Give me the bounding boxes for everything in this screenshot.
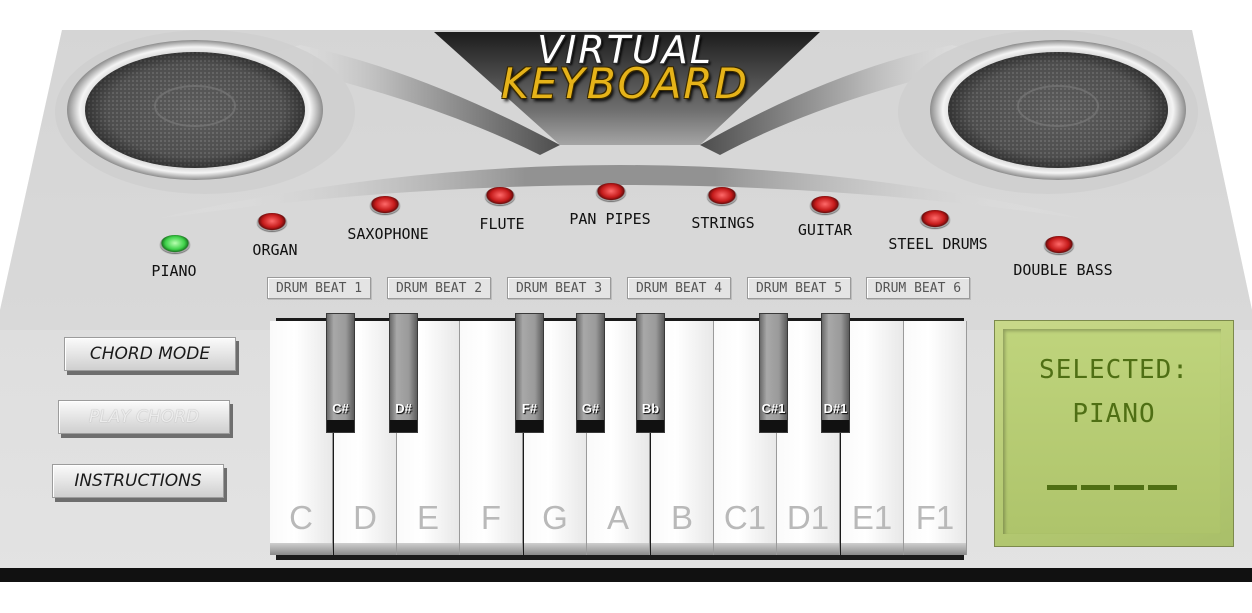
white-key-e1[interactable]: E1: [841, 321, 904, 555]
white-key-f[interactable]: F: [460, 321, 523, 555]
instrument-led-steel-drums[interactable]: [920, 210, 950, 228]
chord-mode-button[interactable]: CHORD MODE: [64, 337, 236, 371]
instrument-label-double-bass[interactable]: DOUBLE BASS: [1013, 261, 1112, 279]
instrument-label-guitar[interactable]: GUITAR: [798, 221, 852, 239]
key-label: A: [606, 499, 629, 536]
key-label: E1: [851, 499, 893, 536]
lcd-display: SELECTED: PIANO: [994, 320, 1234, 547]
instructions-button[interactable]: INSTRUCTIONS: [52, 464, 224, 498]
drum-beat-3-button[interactable]: DRUM BEAT 3: [507, 277, 611, 299]
key-label: G: [542, 499, 568, 536]
black-key-d-sharp-1[interactable]: D#1: [821, 313, 850, 433]
black-key-c-sharp-1[interactable]: C#1: [759, 313, 788, 433]
drum-beat-6-button[interactable]: DRUM BEAT 6: [866, 277, 970, 299]
drum-beat-4-button[interactable]: DRUM BEAT 4: [627, 277, 731, 299]
instrument-led-guitar[interactable]: [810, 196, 840, 214]
key-label: C1: [723, 499, 767, 536]
black-key-b-flat[interactable]: Bb: [636, 313, 665, 433]
lcd-selected-label: SELECTED:: [1039, 355, 1189, 385]
instrument-led-piano[interactable]: [160, 235, 190, 253]
key-label: F: [480, 499, 502, 536]
virtual-keyboard-app: VIRTUAL KEYBOARD PIANO ORGAN SAXOPHONE F…: [0, 0, 1252, 613]
instrument-label-piano[interactable]: PIANO: [151, 262, 196, 280]
key-label: E: [416, 499, 439, 536]
key-label: D#1: [823, 401, 848, 416]
instrument-label-saxophone[interactable]: SAXOPHONE: [347, 225, 428, 243]
key-label: F1: [915, 499, 955, 536]
key-label: F#: [521, 401, 538, 416]
instrument-label-strings[interactable]: STRINGS: [691, 214, 754, 232]
black-key-f-sharp[interactable]: F#: [515, 313, 544, 433]
instrument-led-flute[interactable]: [485, 187, 515, 205]
play-chord-button[interactable]: PLAY CHORD: [58, 400, 230, 434]
instrument-led-saxophone[interactable]: [370, 196, 400, 214]
drum-beat-1-button[interactable]: DRUM BEAT 1: [267, 277, 371, 299]
instrument-label-flute[interactable]: FLUTE: [479, 215, 524, 233]
key-label: D: [353, 499, 377, 536]
instrument-label-organ[interactable]: ORGAN: [252, 241, 297, 259]
key-label: G#: [581, 401, 600, 416]
key-label: C#1: [761, 401, 786, 416]
lcd-instrument-name: PIANO: [1072, 399, 1156, 429]
instrument-label-pan-pipes[interactable]: PAN PIPES: [569, 210, 650, 228]
black-key-c-sharp[interactable]: C#: [326, 313, 355, 433]
key-label: D1: [786, 499, 830, 536]
key-label: C#: [332, 401, 349, 416]
instrument-led-pan-pipes[interactable]: [596, 183, 626, 201]
drum-beat-2-button[interactable]: DRUM BEAT 2: [387, 277, 491, 299]
key-label: C: [289, 499, 313, 536]
key-label: D#: [395, 401, 412, 416]
white-key-f1[interactable]: F1: [904, 321, 967, 555]
instrument-label-steel-drums[interactable]: STEEL DRUMS: [888, 235, 987, 253]
drum-beat-5-button[interactable]: DRUM BEAT 5: [747, 277, 851, 299]
white-key-c[interactable]: C: [270, 321, 333, 555]
black-key-d-sharp[interactable]: D#: [389, 313, 418, 433]
key-label: Bb: [641, 401, 660, 416]
instrument-led-organ[interactable]: [257, 213, 287, 231]
lcd-chord-indicator: [1047, 485, 1177, 490]
instrument-led-double-bass[interactable]: [1044, 236, 1074, 254]
black-key-g-sharp[interactable]: G#: [576, 313, 605, 433]
instrument-led-strings[interactable]: [707, 187, 737, 205]
key-label: B: [670, 499, 693, 536]
